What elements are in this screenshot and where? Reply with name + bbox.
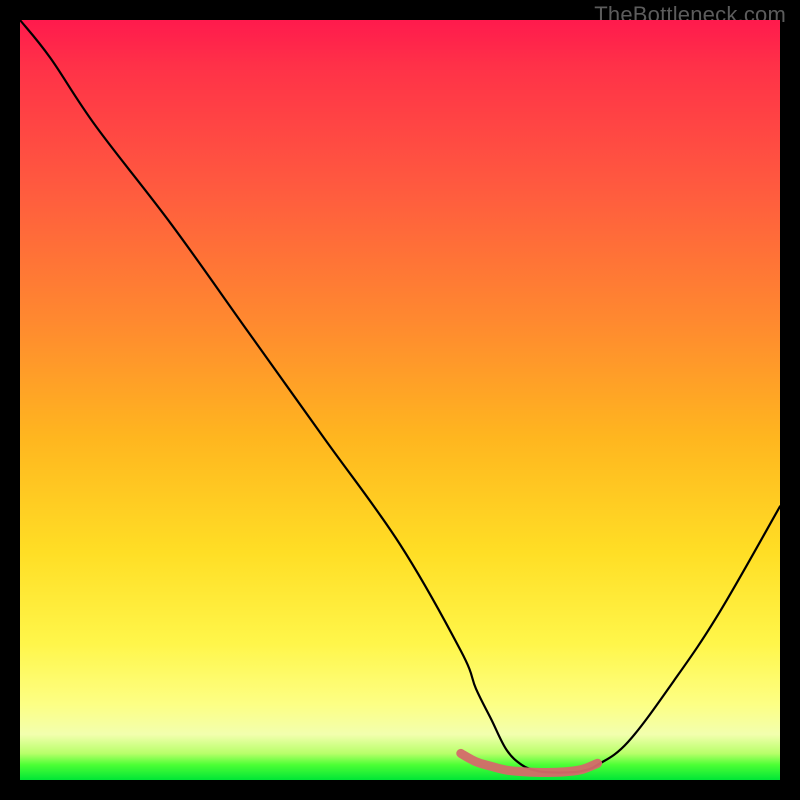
curve-svg: [20, 20, 780, 780]
plot-area: [20, 20, 780, 780]
valley-highlight: [461, 753, 598, 772]
main-curve: [20, 20, 780, 773]
chart-frame: TheBottleneck.com: [0, 0, 800, 800]
